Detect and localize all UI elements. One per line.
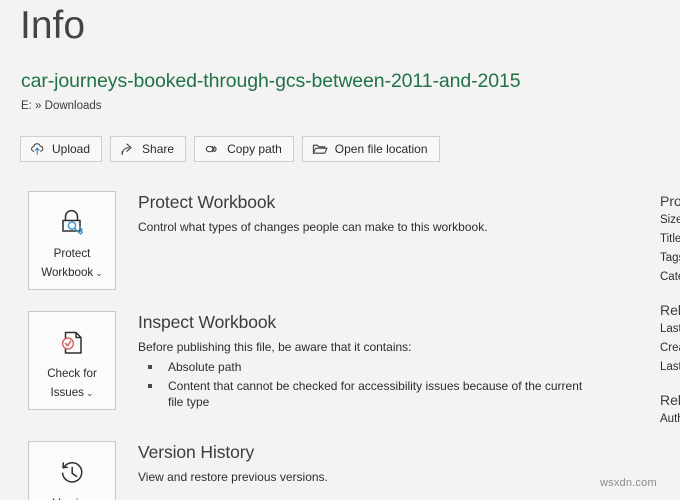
clock-history-icon: [55, 454, 89, 492]
copy-path-button[interactable]: Copy path: [194, 136, 294, 162]
property-row-size[interactable]: Size: [660, 211, 680, 230]
protect-workbook-button-line1: Protect: [53, 247, 91, 260]
file-actions-toolbar: Upload Share Copy path Open file locatio…: [20, 136, 440, 162]
file-name: car-journeys-booked-through-gcs-between-…: [21, 70, 521, 92]
property-row-categories[interactable]: Categories: [660, 268, 680, 287]
copy-path-button-label: Copy path: [227, 142, 282, 156]
inspect-workbook-description: Before publishing this file, be aware th…: [138, 340, 412, 354]
protect-workbook-button-line2: Workbook: [41, 266, 94, 279]
protect-workbook-description: Control what types of changes people can…: [138, 220, 488, 234]
version-history-button[interactable]: Version History: [28, 441, 116, 500]
cloud-upload-icon: [30, 142, 45, 156]
open-file-location-button[interactable]: Open file location: [301, 136, 440, 162]
property-row-created[interactable]: Created: [660, 339, 680, 358]
inspect-issue-list: Absolute path Content that cannot be che…: [138, 359, 638, 410]
link-chain-icon: [204, 142, 220, 156]
open-file-location-button-label: Open file location: [334, 142, 428, 156]
property-row-last-printed[interactable]: Last Printed: [660, 358, 680, 377]
check-for-issues-button-line1: Check for: [47, 367, 97, 380]
property-row-tags[interactable]: Tags: [660, 249, 680, 268]
check-for-issues-button[interactable]: Check for Issues ⌄: [28, 311, 116, 410]
protect-workbook-button[interactable]: Protect Workbook ⌄: [28, 191, 116, 290]
related-dates-group-heading: Related Dates: [660, 302, 680, 318]
related-people-group-heading: Related People: [660, 392, 680, 408]
upload-button[interactable]: Upload: [20, 136, 103, 162]
list-item: Absolute path: [138, 359, 583, 375]
version-history-heading: Version History: [138, 442, 255, 462]
file-path-breadcrumb: E: » Downloads: [21, 100, 102, 112]
watermark: wsxdn.com: [600, 477, 657, 489]
protect-workbook-heading: Protect Workbook: [138, 192, 276, 212]
protect-workbook-body: Protect Workbook Control what types of c…: [138, 191, 638, 235]
list-item: Content that cannot be checked for acces…: [138, 378, 583, 410]
properties-group-heading: Properties: [660, 193, 680, 209]
share-button-label: Share: [142, 142, 175, 156]
share-arrow-icon: [120, 142, 135, 156]
share-button[interactable]: Share: [110, 136, 187, 162]
chevron-down-icon[interactable]: ⌄: [86, 388, 94, 398]
property-row-author[interactable]: Author: [660, 410, 680, 429]
file-info-block: car-journeys-booked-through-gcs-between-…: [21, 69, 521, 113]
version-history-description: View and restore previous versions.: [138, 470, 328, 484]
lock-key-icon: [55, 204, 89, 242]
property-row-title[interactable]: Title: [660, 230, 680, 249]
open-folder-icon: [312, 142, 328, 156]
check-for-issues-button-line2: Issues: [50, 386, 84, 399]
property-row-last-modified[interactable]: Last Modified: [660, 320, 680, 339]
properties-panel: Properties Size Title Tags Categories Re…: [660, 191, 680, 429]
inspect-workbook-body: Inspect Workbook Before publishing this …: [138, 311, 638, 410]
upload-button-label: Upload: [52, 142, 91, 156]
chevron-down-icon[interactable]: ⌄: [95, 268, 103, 278]
page-title: Info: [20, 4, 86, 47]
document-check-icon: [55, 324, 89, 362]
inspect-workbook-heading: Inspect Workbook: [138, 312, 277, 332]
version-history-body: Version History View and restore previou…: [138, 441, 638, 485]
